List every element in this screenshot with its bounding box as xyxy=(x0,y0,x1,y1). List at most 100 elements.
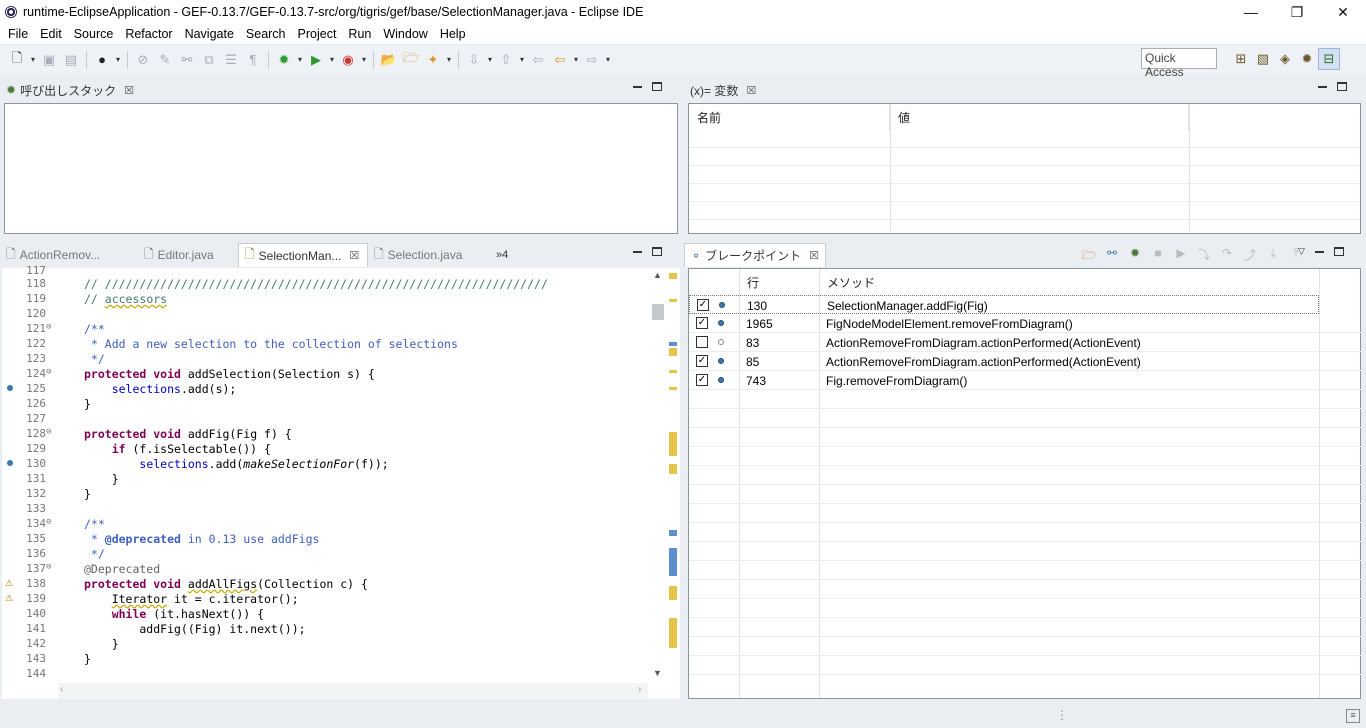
save-all-icon[interactable]: ▤ xyxy=(62,51,80,69)
fold-collapse-icon[interactable]: ⊖ xyxy=(46,322,51,332)
editor-tab-selectionmanager[interactable]: 🗋 SelectionMan... ☒ xyxy=(238,243,368,267)
fold-collapse-icon[interactable]: ⊖ xyxy=(46,562,51,572)
debug-icon[interactable]: ✹ xyxy=(275,51,293,69)
maximize-icon[interactable] xyxy=(1333,247,1344,256)
callstack-tree[interactable] xyxy=(4,103,678,234)
skip-breakpoints-icon[interactable]: ⊘ xyxy=(134,51,152,69)
close-icon[interactable]: ☒ xyxy=(746,84,756,97)
menu-file[interactable]: File xyxy=(2,27,34,41)
fold-collapse-icon[interactable]: ⊖ xyxy=(46,517,51,527)
last-edit-icon[interactable]: ⇦ xyxy=(529,51,547,69)
external-tools-dropdown-icon[interactable]: ▾ xyxy=(360,51,368,69)
overview-marker[interactable] xyxy=(669,432,677,456)
close-icon[interactable]: ☒ xyxy=(124,84,134,97)
scroll-up-icon[interactable]: ▲ xyxy=(653,270,662,280)
next-annotation-icon[interactable]: ⇩ xyxy=(465,51,483,69)
breakpoints-column-method[interactable]: メソッド xyxy=(819,269,1319,296)
overview-marker[interactable] xyxy=(669,342,677,346)
fold-collapse-icon[interactable]: ⊖ xyxy=(46,427,51,437)
breakpoints-column-line[interactable]: 行 xyxy=(739,269,819,296)
minimize-icon[interactable] xyxy=(1314,251,1324,253)
open-resource-icon[interactable]: 🗁 xyxy=(402,50,420,69)
back-dropdown-icon[interactable]: ▾ xyxy=(572,51,580,69)
variables-tab[interactable]: (x)= 変数 ☒ xyxy=(684,78,762,102)
search-dropdown-icon[interactable]: ▾ xyxy=(445,51,453,69)
editor-tab-overflow[interactable]: »4 xyxy=(490,243,514,267)
save-icon[interactable]: ▣ xyxy=(40,51,58,69)
copy-icon[interactable]: ⧉ xyxy=(200,51,218,69)
menu-refactor[interactable]: Refactor xyxy=(119,27,178,41)
pilcrow-icon[interactable]: ¶ xyxy=(244,51,262,69)
menu-project[interactable]: Project xyxy=(292,27,343,41)
minimize-button[interactable]: — xyxy=(1228,0,1274,24)
drop-frame-icon[interactable]: ⤓ xyxy=(1264,246,1282,267)
minimize-icon[interactable] xyxy=(633,86,642,88)
horizontal-scrollbar[interactable]: ‹ › xyxy=(58,683,648,699)
overview-marker[interactable] xyxy=(669,530,677,536)
pencil-icon[interactable]: ✎ xyxy=(156,51,174,69)
back-icon[interactable]: ⇦ xyxy=(551,51,569,69)
overview-marker[interactable] xyxy=(669,464,677,474)
overview-marker[interactable] xyxy=(669,348,677,356)
overview-marker[interactable] xyxy=(669,618,677,648)
previous-annotation-icon[interactable]: ⇧ xyxy=(497,51,515,69)
scroll-left-icon[interactable]: ‹ xyxy=(60,684,63,695)
resume-icon[interactable]: ▶ xyxy=(1172,246,1190,267)
close-icon[interactable]: ☒ xyxy=(349,249,359,262)
open-folder-icon[interactable]: 🗁 xyxy=(1080,246,1098,267)
close-icon[interactable]: ☒ xyxy=(809,249,819,262)
warning-icon[interactable]: ⚠ xyxy=(5,593,15,603)
forward-dropdown-icon[interactable]: ▾ xyxy=(604,51,612,69)
warning-icon[interactable]: ⚠ xyxy=(5,578,15,588)
breakpoint-enabled-checkbox[interactable]: ✓ xyxy=(696,374,708,386)
open-perspective-icon[interactable]: ⊞ xyxy=(1230,48,1252,70)
list-icon[interactable]: ☰ xyxy=(222,51,240,69)
stop-icon[interactable]: ■ xyxy=(1149,246,1167,267)
breakpoint-enabled-checkbox[interactable]: ✓ xyxy=(696,317,708,329)
overview-ruler[interactable] xyxy=(666,268,680,683)
user-icon[interactable]: ● xyxy=(93,51,111,69)
quick-access-input[interactable]: Quick Access xyxy=(1141,48,1217,79)
run-dropdown-icon[interactable]: ▾ xyxy=(328,51,336,69)
resource-perspective-icon[interactable]: ▧ xyxy=(1252,48,1274,70)
minimize-icon[interactable] xyxy=(1318,86,1327,88)
overview-marker[interactable] xyxy=(669,273,677,279)
menu-search[interactable]: Search xyxy=(240,27,292,41)
menu-help[interactable]: Help xyxy=(434,27,472,41)
previous-annotation-dropdown-icon[interactable]: ▾ xyxy=(518,51,526,69)
java-perspective-icon[interactable]: ◈ xyxy=(1274,48,1296,70)
step-over-icon[interactable]: ↷ xyxy=(1218,246,1236,267)
menu-run[interactable]: Run xyxy=(342,27,377,41)
step-return-icon[interactable]: ⤴ xyxy=(1241,246,1259,267)
search-icon[interactable]: ✦ xyxy=(424,51,442,69)
scroll-right-icon[interactable]: › xyxy=(638,684,641,695)
variables-table[interactable]: 名前 値 xyxy=(688,103,1361,234)
breakpoint-enabled-checkbox[interactable] xyxy=(696,336,708,348)
new-icon[interactable]: 🗋 xyxy=(8,50,26,69)
variables-column-value[interactable]: 値 xyxy=(890,104,1189,131)
maximize-icon[interactable] xyxy=(652,247,662,256)
bug-icon[interactable]: ✹ xyxy=(1126,246,1144,267)
breakpoint-dot-icon[interactable] xyxy=(7,385,13,391)
fold-collapse-icon[interactable]: ⊖ xyxy=(46,367,51,377)
menu-navigate[interactable]: Navigate xyxy=(179,27,240,41)
vertical-scrollbar[interactable]: ▲ ▼ xyxy=(650,268,666,683)
overview-marker[interactable] xyxy=(669,548,677,576)
breakpoint-dot-icon[interactable] xyxy=(7,460,13,466)
debug-dropdown-icon[interactable]: ▾ xyxy=(296,51,304,69)
maximize-icon[interactable] xyxy=(1337,82,1347,91)
link-breakpoints-icon[interactable]: ⚯ xyxy=(1103,246,1121,267)
debug-perspective-icon[interactable]: ✹ xyxy=(1296,48,1318,70)
callstack-tab[interactable]: ✹ 呼び出しスタック ☒ xyxy=(0,78,140,102)
scrollbar-thumb[interactable] xyxy=(652,304,664,320)
code-editor[interactable]: 117 118 119 120 121 122 123 124 125 126 … xyxy=(2,264,680,699)
link-icon[interactable]: ⚯ xyxy=(178,51,196,69)
breakpoint-row[interactable]: ✓ 743 Fig.removeFromDiagram() xyxy=(689,371,1361,390)
run-icon[interactable]: ▶ xyxy=(307,51,325,69)
close-window-button[interactable]: ✕ xyxy=(1320,0,1366,24)
step-into-icon[interactable]: ⤵ xyxy=(1195,246,1213,267)
next-annotation-dropdown-icon[interactable]: ▾ xyxy=(486,51,494,69)
forward-icon[interactable]: ⇨ xyxy=(583,51,601,69)
user-dropdown-icon[interactable]: ▾ xyxy=(114,51,122,69)
breakpoint-enabled-checkbox[interactable]: ✓ xyxy=(697,299,709,311)
